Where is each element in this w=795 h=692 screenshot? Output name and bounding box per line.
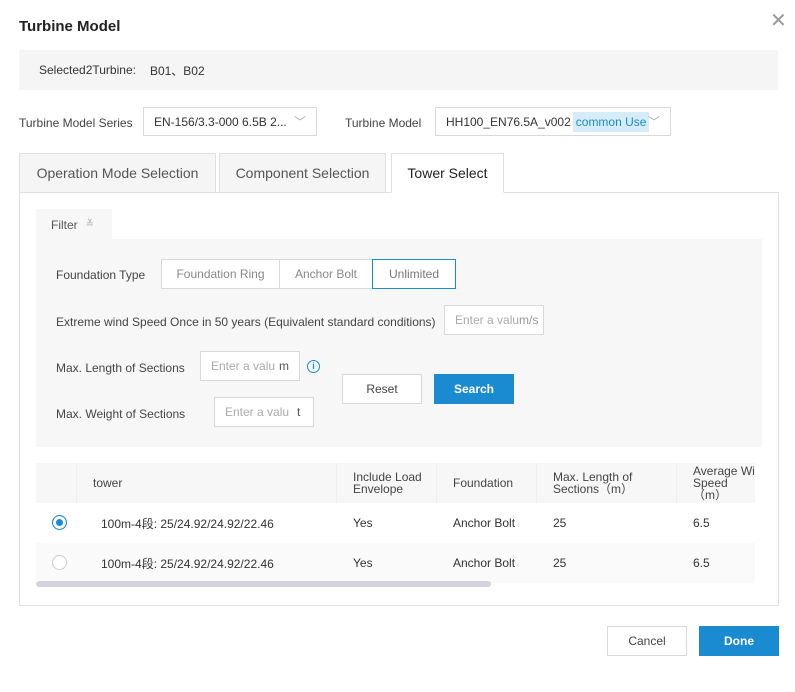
row-radio[interactable] bbox=[52, 555, 67, 570]
chevron-down-icon: ﹀ bbox=[647, 115, 660, 129]
series-value: EN-156/3.3-000 6.5B 2... bbox=[154, 114, 287, 129]
model-value: HH100_EN76.5A_v002 bbox=[446, 114, 571, 129]
table-cell: 6.5 bbox=[693, 516, 710, 530]
search-button[interactable]: Search bbox=[434, 374, 514, 404]
table-cell: Yes bbox=[353, 516, 373, 530]
table-cell: 25 bbox=[553, 556, 567, 570]
anchor-bolt-option[interactable]: Anchor Bolt bbox=[279, 259, 373, 289]
double-chevron-down-icon: ≚ bbox=[85, 219, 95, 230]
foundation-type-label: Foundation Type bbox=[56, 268, 146, 282]
selected-label: Selected2Turbine: bbox=[39, 63, 136, 77]
table-cell: 100m-4段: 25/24.92/24.92/22.46 bbox=[101, 556, 274, 571]
tab-component[interactable]: Component Selection bbox=[219, 153, 386, 193]
table-cell: Yes bbox=[353, 556, 373, 570]
tab-tower-select[interactable]: Tower Select bbox=[391, 153, 504, 193]
cancel-button[interactable]: Cancel bbox=[607, 626, 687, 656]
model-label: Turbine Model bbox=[345, 116, 422, 130]
filter-label: Filter bbox=[51, 217, 78, 232]
wind-speed-input[interactable]: Enter a valu m/s bbox=[444, 305, 544, 335]
header-select bbox=[36, 463, 77, 503]
wind-unit: m/s bbox=[519, 313, 539, 327]
tab-operation-mode[interactable]: Operation Mode Selection bbox=[19, 153, 216, 193]
dialog-title: Turbine Model bbox=[19, 18, 121, 35]
table-cell: 100m-4段: 25/24.92/24.92/22.46 bbox=[101, 516, 274, 531]
wind-speed-label: Extreme wind Speed Once in 50 years (Equ… bbox=[56, 315, 436, 329]
length-unit: m bbox=[279, 359, 289, 373]
max-length-label: Max. Length of Sections bbox=[56, 361, 185, 375]
header-include-load: Include Load Envelope bbox=[337, 463, 437, 503]
max-length-input[interactable]: Enter a valu m bbox=[200, 351, 300, 381]
common-use-tag: common Use bbox=[572, 111, 650, 132]
header-foundation: Foundation bbox=[437, 463, 537, 503]
weight-unit: t bbox=[297, 405, 301, 419]
series-label: Turbine Model Series bbox=[19, 116, 133, 130]
info-icon[interactable]: i bbox=[307, 360, 320, 373]
filter-toggle[interactable]: Filter ≚ bbox=[36, 209, 112, 240]
max-weight-label: Max. Weight of Sections bbox=[56, 407, 186, 421]
row-radio[interactable] bbox=[52, 515, 67, 530]
wind-placeholder: Enter a valu bbox=[455, 313, 520, 327]
chevron-down-icon: ﹀ bbox=[293, 115, 306, 129]
length-placeholder: Enter a valu bbox=[211, 359, 276, 373]
unlimited-option[interactable]: Unlimited bbox=[372, 259, 456, 289]
table-cell: 25 bbox=[553, 516, 567, 530]
model-select[interactable]: HH100_EN76.5A_v002 common Use ﹀ bbox=[435, 107, 671, 136]
weight-placeholder: Enter a valu bbox=[225, 405, 290, 419]
close-icon[interactable]: ✕ bbox=[770, 8, 787, 33]
header-max-length: Max. Length of Sections（m） bbox=[537, 463, 677, 503]
done-button[interactable]: Done bbox=[699, 626, 779, 656]
selected-turbines: Selected2Turbine: B01、B02 bbox=[19, 50, 778, 90]
table-cell: Anchor Bolt bbox=[453, 516, 516, 530]
table-cell: Anchor Bolt bbox=[453, 556, 516, 570]
reset-button[interactable]: Reset bbox=[342, 374, 422, 404]
selected-value: B01、B02 bbox=[149, 63, 205, 78]
max-weight-input[interactable]: Enter a valu t bbox=[214, 397, 314, 427]
foundation-ring-option[interactable]: Foundation Ring bbox=[161, 259, 280, 289]
header-tower: tower bbox=[77, 463, 337, 503]
header-avg-wind: Average Wi Speed（m） bbox=[677, 463, 755, 503]
series-select[interactable]: EN-156/3.3-000 6.5B 2... ﹀ bbox=[143, 107, 317, 136]
horizontal-scrollbar[interactable] bbox=[36, 581, 491, 587]
table-cell: 6.5 bbox=[693, 556, 710, 570]
